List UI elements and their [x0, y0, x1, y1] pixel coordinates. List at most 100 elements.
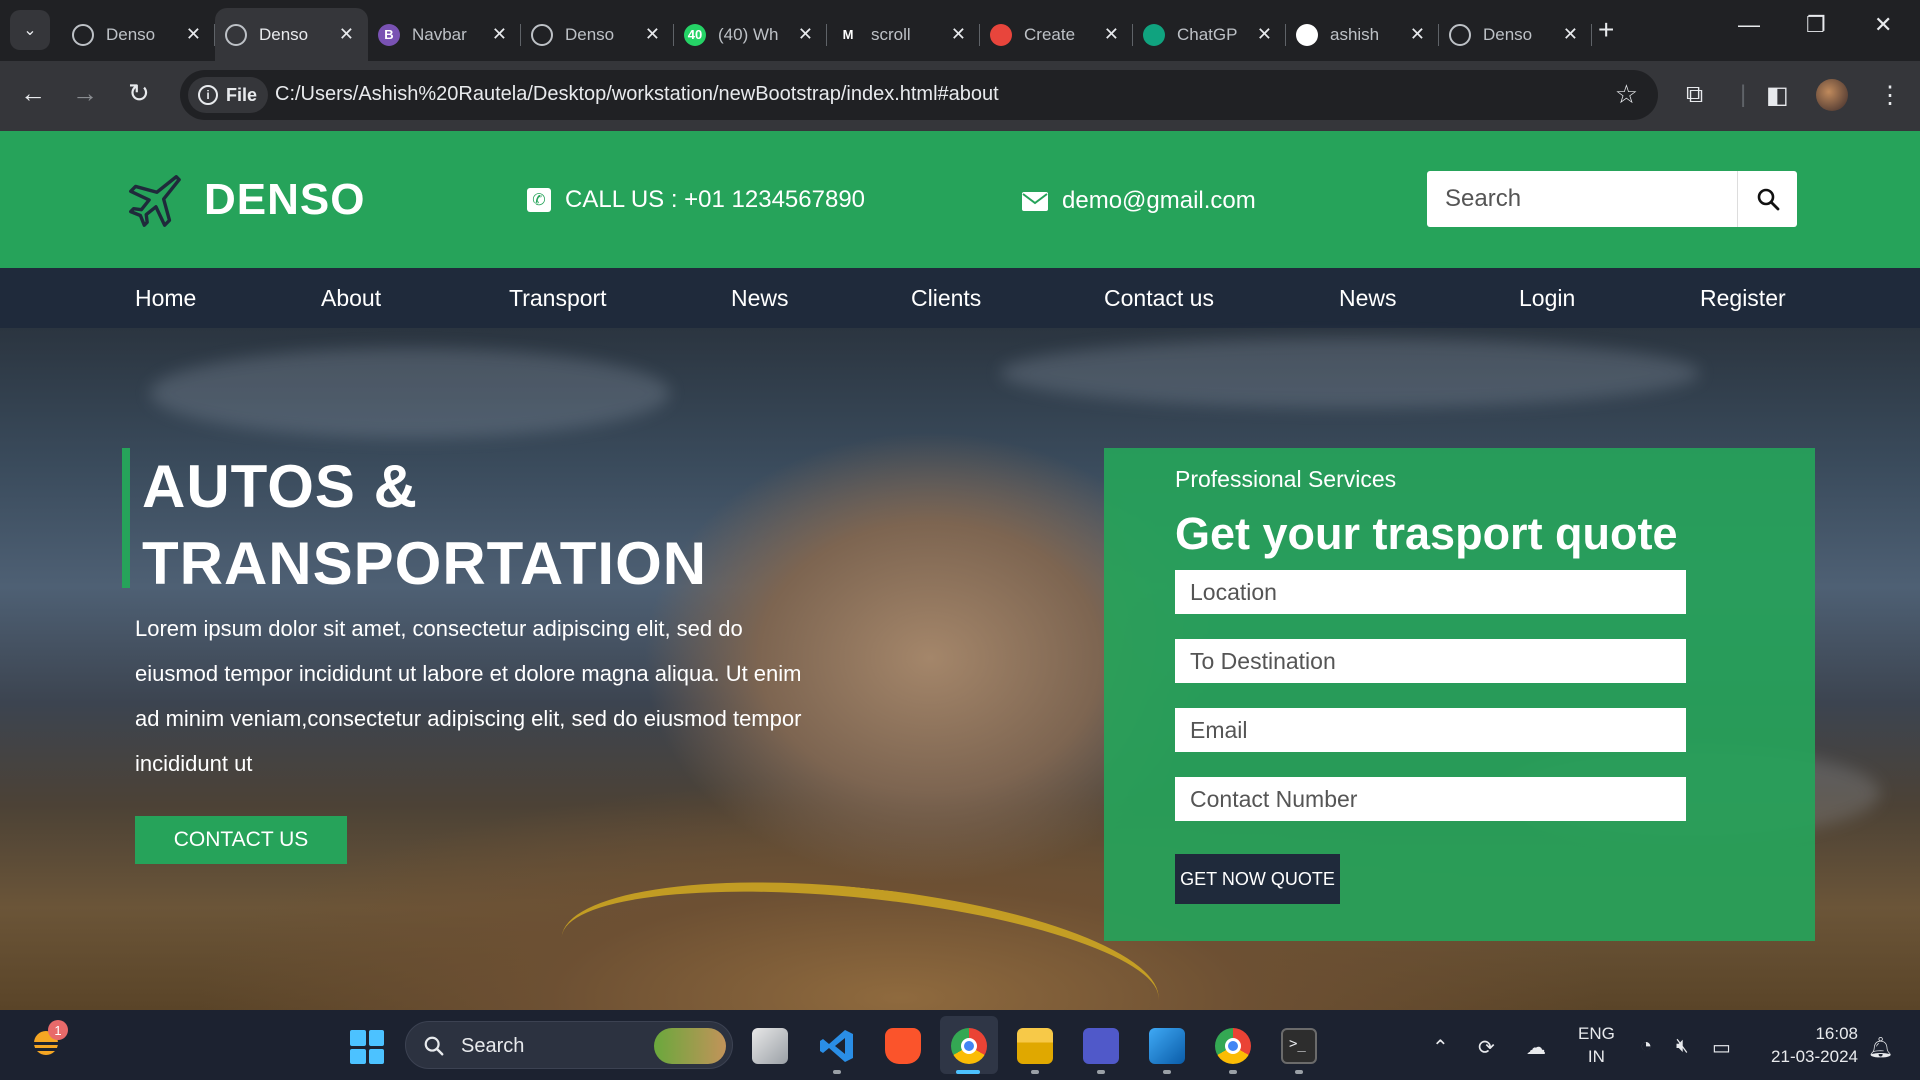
hero-title-line-2: TRANSPORTATION [142, 530, 708, 597]
taskbar-search[interactable]: Search [405, 1021, 733, 1069]
browser-tab[interactable]: Denso ✕ [1439, 8, 1592, 61]
close-tab-icon[interactable]: ✕ [951, 24, 966, 45]
quote-form: Professional Services Get your trasport … [1104, 448, 1815, 941]
menu-kebab-icon[interactable]: ⋮ [1878, 81, 1902, 110]
globe-icon [531, 23, 553, 46]
running-indicator [833, 1070, 841, 1074]
destination-input[interactable] [1175, 639, 1686, 683]
vscode-icon[interactable] [819, 1028, 855, 1064]
back-button[interactable]: ← [20, 78, 46, 109]
browser-tab[interactable]: Mscroll ✕ [827, 8, 980, 61]
chrome-profile-icon[interactable] [1215, 1028, 1251, 1064]
github-icon [1296, 23, 1318, 46]
browser-tab[interactable]: Denso ✕ [521, 8, 674, 61]
nav-news[interactable]: News [731, 285, 789, 312]
browser-tab[interactable]: B Navbar ✕ [368, 8, 521, 61]
terminal-icon[interactable]: >_ [1281, 1028, 1317, 1064]
toolbar-divider: | [1740, 81, 1747, 108]
hero-description: Lorem ipsum dolor sit amet, consectetur … [135, 616, 802, 776]
nav-about[interactable]: About [321, 285, 381, 312]
tab-title: Denso [106, 24, 156, 44]
close-tab-icon[interactable]: ✕ [1410, 24, 1425, 45]
bookmark-star-icon[interactable]: ☆ [1615, 79, 1638, 110]
hero-title: AUTOS & TRANSPORTATION [142, 448, 707, 602]
browser-tab[interactable]: Create ✕ [980, 8, 1133, 61]
minimize-button[interactable]: — [1738, 12, 1760, 38]
sync-icon[interactable]: ⟳ [1478, 1035, 1495, 1060]
windows-start-icon[interactable] [350, 1030, 384, 1064]
language-indicator[interactable]: ENG IN [1578, 1022, 1615, 1068]
notification-bell-icon[interactable]: 🔔︎ [1868, 1035, 1893, 1060]
site-logo[interactable]: DENSO [122, 169, 365, 231]
email-text[interactable]: demo@gmail.com [1062, 187, 1256, 215]
browser-tab[interactable]: ChatGPT ✕ [1133, 8, 1286, 61]
search-icon [424, 1036, 444, 1056]
onedrive-icon[interactable]: ☁ [1526, 1035, 1546, 1060]
nav-clients[interactable]: Clients [911, 285, 981, 312]
nav-news-2[interactable]: News [1339, 285, 1397, 312]
nav-login[interactable]: Login [1519, 285, 1575, 312]
task-view-icon[interactable] [752, 1028, 788, 1064]
chevron-up-icon[interactable]: ⌃ [1432, 1035, 1449, 1060]
email-input[interactable] [1175, 708, 1686, 752]
wifi-icon[interactable]: ◔ [1640, 1035, 1652, 1058]
browser-tab[interactable]: 40 (40) WhatsApp ✕ [674, 8, 827, 61]
cloud-shape [1000, 338, 1700, 408]
battery-icon[interactable]: ▭ [1712, 1035, 1731, 1060]
tab-search-button[interactable]: ⌄ [10, 10, 50, 50]
location-input[interactable] [1175, 570, 1686, 614]
clock-time: 16:08 [1815, 1024, 1858, 1043]
browser-tab[interactable]: Denso ✕ [215, 8, 368, 61]
new-tab-button[interactable]: + [1598, 14, 1614, 46]
tab-title: Denso [259, 24, 309, 44]
close-tab-icon[interactable]: ✕ [1104, 24, 1119, 45]
teams-icon[interactable] [1083, 1028, 1119, 1064]
browser-tab[interactable]: ashish ✕ [1286, 8, 1439, 61]
site-header: DENSO ✆ CALL US : +01 1234567890 demo@gm… [0, 131, 1920, 268]
nav-home[interactable]: Home [135, 285, 196, 312]
contact-us-button[interactable]: CONTACT US [135, 816, 347, 864]
hero-section: AUTOS & TRANSPORTATION Lorem ipsum dolor… [0, 328, 1920, 1010]
close-tab-icon[interactable]: ✕ [492, 24, 507, 45]
close-tab-icon[interactable]: ✕ [1563, 24, 1578, 45]
medium-icon: M [837, 23, 859, 46]
address-bar[interactable]: i File C:/Users/Ashish%20Rautela/Desktop… [180, 70, 1658, 120]
profile-avatar[interactable] [1816, 79, 1848, 111]
extensions-icon[interactable]: ⧉ [1686, 81, 1703, 109]
browser-tab[interactable]: Denso ✕ [62, 8, 215, 61]
restore-button[interactable]: ❐ [1806, 12, 1826, 38]
running-indicator [1097, 1070, 1105, 1074]
taskbar-search-label: Search [461, 1035, 525, 1057]
system-clock[interactable]: 16:08 21-03-2024 [1758, 1022, 1858, 1068]
nav-transport[interactable]: Transport [509, 285, 607, 312]
clock-date: 21-03-2024 [1771, 1047, 1858, 1066]
photos-icon[interactable] [1149, 1028, 1185, 1064]
brave-icon[interactable] [885, 1028, 921, 1064]
file-explorer-icon[interactable] [1017, 1028, 1053, 1064]
site-search-button[interactable] [1737, 171, 1797, 227]
nav-contact-us[interactable]: Contact us [1104, 285, 1214, 312]
nav-register[interactable]: Register [1700, 285, 1786, 312]
tab-separator [1591, 24, 1592, 46]
get-quote-button[interactable]: GET NOW QUOTE [1175, 854, 1340, 904]
contact-number-input[interactable] [1175, 777, 1686, 821]
close-window-button[interactable]: ✕ [1874, 12, 1892, 38]
close-tab-icon[interactable]: ✕ [339, 24, 354, 45]
url-text[interactable]: C:/Users/Ashish%20Rautela/Desktop/workst… [275, 83, 999, 106]
close-tab-icon[interactable]: ✕ [645, 24, 660, 45]
language-region: IN [1587, 1047, 1605, 1066]
side-panel-icon[interactable]: ◧ [1766, 81, 1789, 110]
site-search-input[interactable] [1427, 171, 1735, 227]
site-info-chip[interactable]: i File [188, 77, 268, 113]
close-tab-icon[interactable]: ✕ [798, 24, 813, 45]
running-indicator [1229, 1070, 1237, 1074]
forward-button[interactable]: → [72, 78, 98, 109]
running-indicator [1031, 1070, 1039, 1074]
close-tab-icon[interactable]: ✕ [186, 24, 201, 45]
reload-button[interactable]: ↻ [128, 78, 150, 109]
email-info: demo@gmail.com [1022, 187, 1256, 215]
notification-badge: 1 [48, 1020, 68, 1040]
volume-muted-icon[interactable]: 🔇︎ [1676, 1035, 1689, 1058]
chrome-icon[interactable] [951, 1028, 987, 1064]
close-tab-icon[interactable]: ✕ [1257, 24, 1272, 45]
